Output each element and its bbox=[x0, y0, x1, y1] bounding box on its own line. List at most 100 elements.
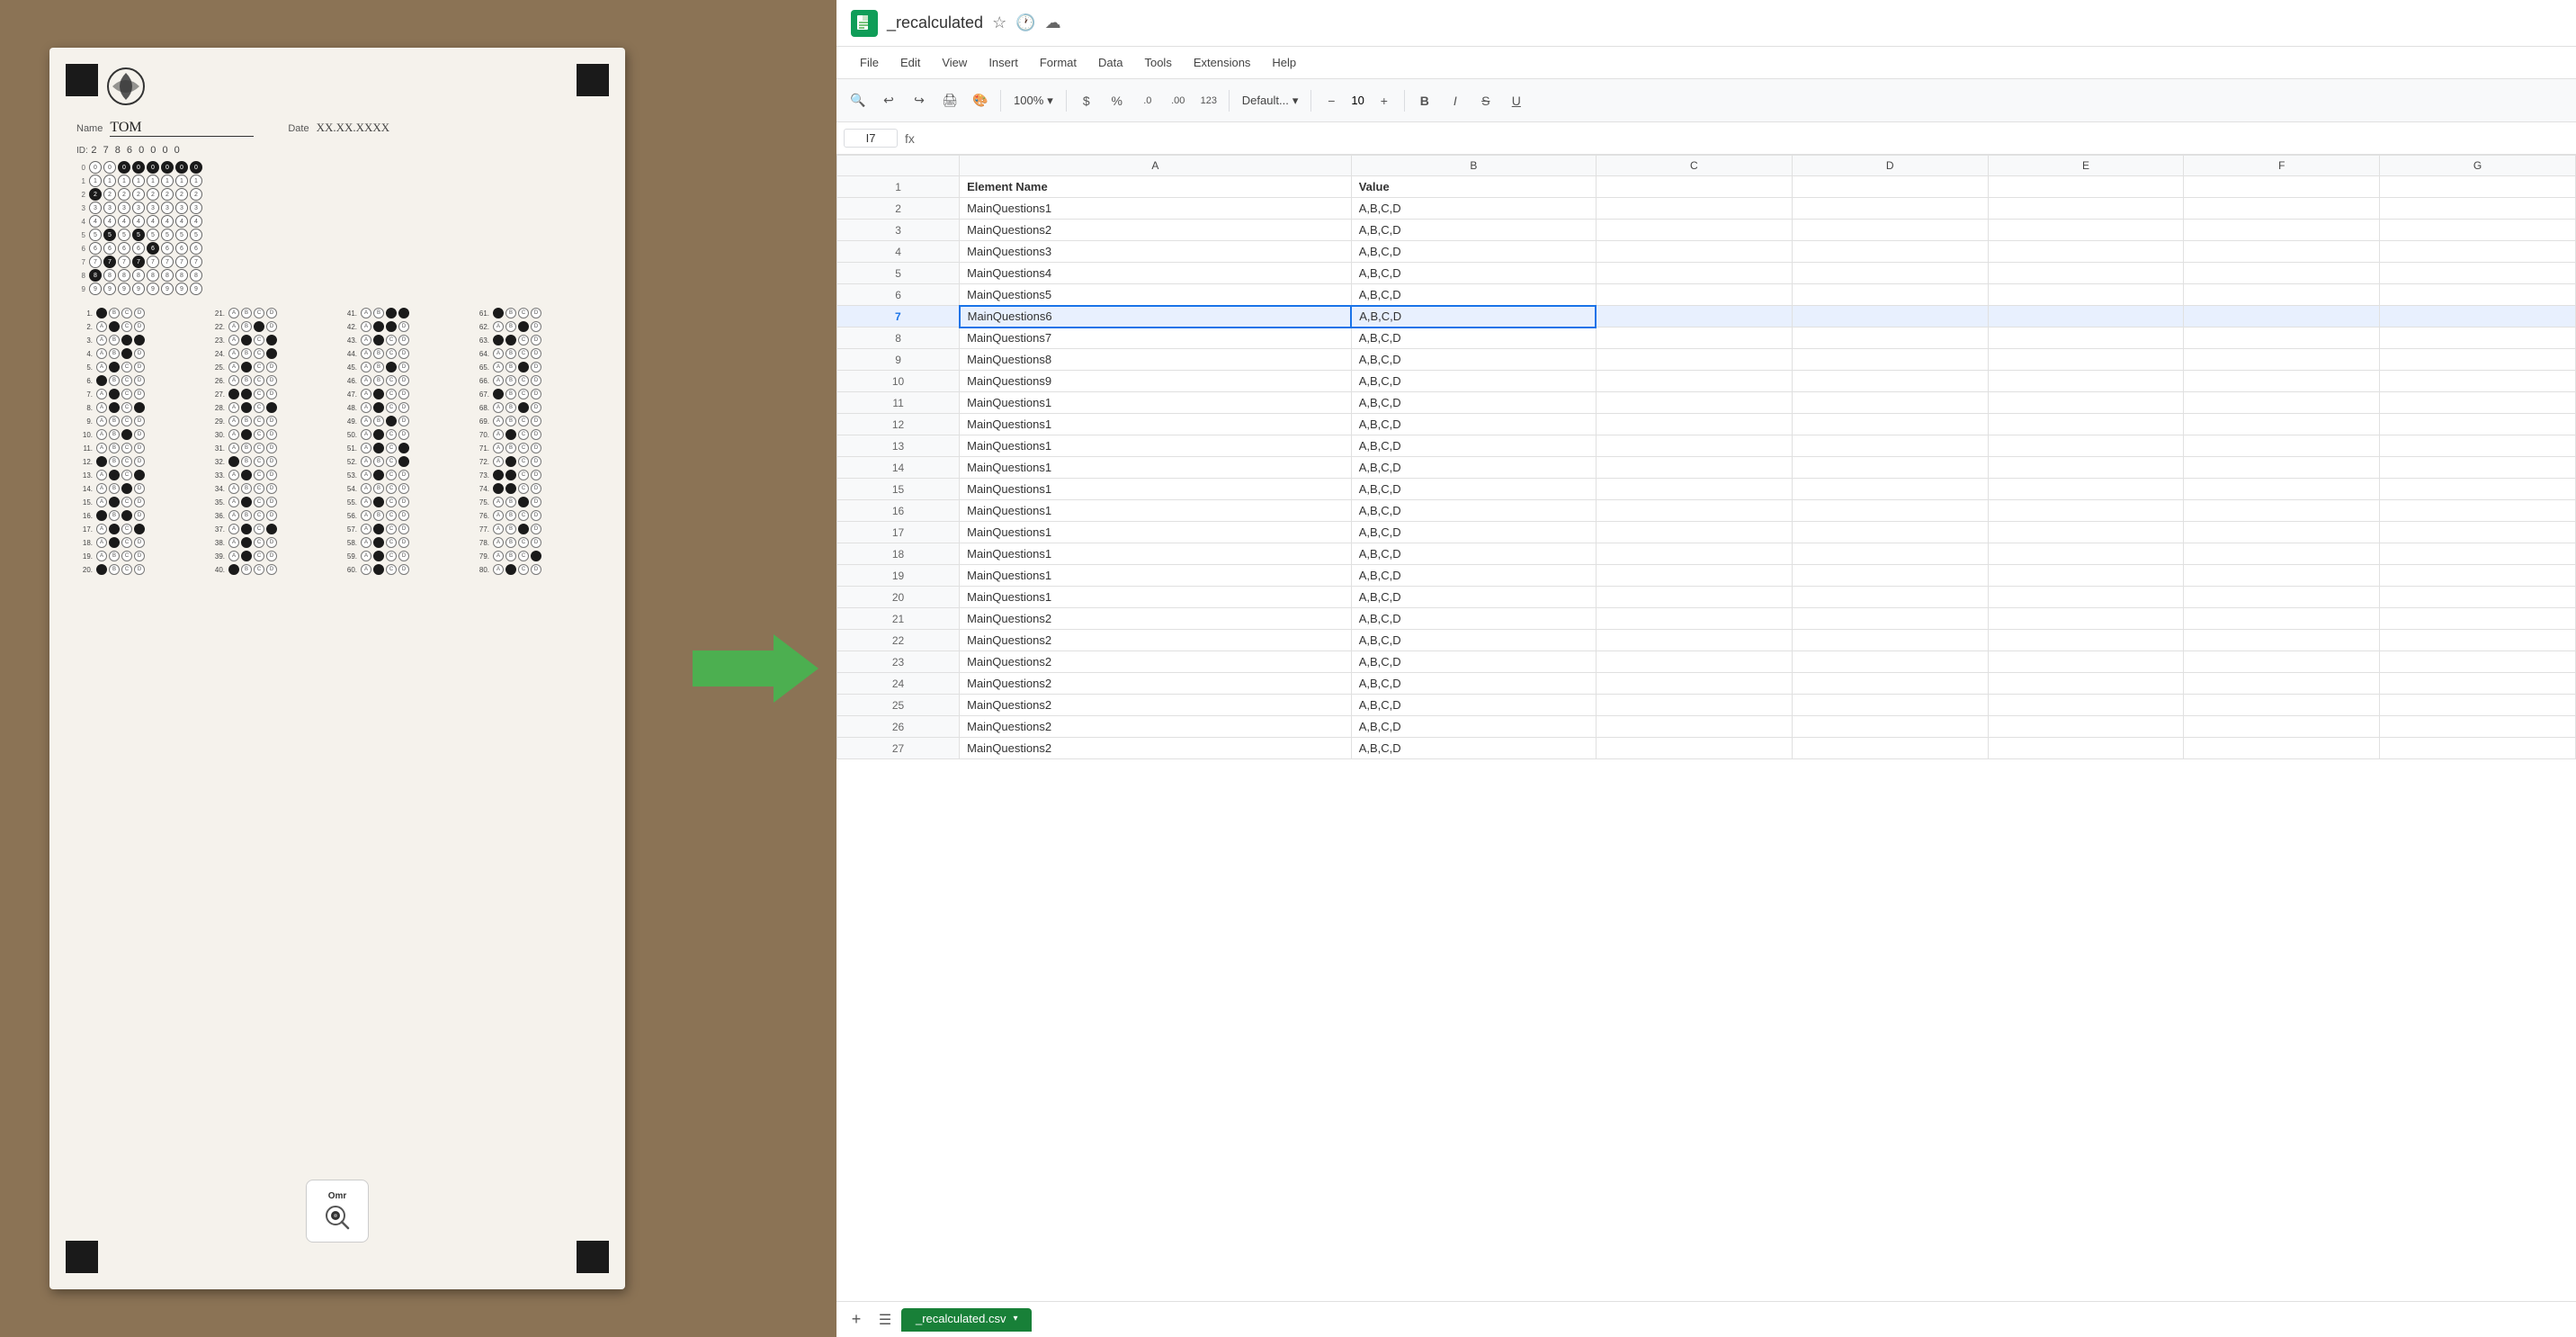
toolbar-paintformat-btn[interactable]: 🎨 bbox=[966, 86, 995, 115]
cell-c[interactable] bbox=[1596, 241, 1792, 263]
toolbar-strikethrough-btn[interactable]: S bbox=[1471, 86, 1500, 115]
cell-e[interactable] bbox=[1988, 435, 2184, 457]
cloud-icon[interactable]: ☁ bbox=[1045, 13, 1061, 32]
cell-b[interactable]: A,B,C,D bbox=[1351, 241, 1596, 263]
cell-e[interactable] bbox=[1988, 306, 2184, 328]
cell-a[interactable]: MainQuestions2 bbox=[960, 651, 1352, 673]
cell-b[interactable]: A,B,C,D bbox=[1351, 328, 1596, 349]
cell-b[interactable]: A,B,C,D bbox=[1351, 371, 1596, 392]
toolbar-font[interactable]: Default... ▾ bbox=[1235, 90, 1306, 112]
cell-e[interactable] bbox=[1988, 543, 2184, 565]
cell-g[interactable] bbox=[2380, 220, 2576, 241]
cell-e[interactable] bbox=[1988, 284, 2184, 306]
cell-c[interactable] bbox=[1596, 349, 1792, 371]
cell-g[interactable] bbox=[2380, 673, 2576, 695]
toolbar-print-btn[interactable]: 🖨 bbox=[935, 86, 964, 115]
cell-e[interactable] bbox=[1988, 198, 2184, 220]
cell-d[interactable] bbox=[1792, 651, 1988, 673]
cell-a[interactable]: MainQuestions1 bbox=[960, 587, 1352, 608]
cell-f[interactable] bbox=[2184, 176, 2380, 198]
cell-b[interactable]: A,B,C,D bbox=[1351, 306, 1596, 328]
cell-g[interactable] bbox=[2380, 608, 2576, 630]
cell-f[interactable] bbox=[2184, 306, 2380, 328]
cell-e[interactable] bbox=[1988, 349, 2184, 371]
cell-e[interactable] bbox=[1988, 651, 2184, 673]
cell-c[interactable] bbox=[1596, 414, 1792, 435]
cell-c[interactable] bbox=[1596, 608, 1792, 630]
cell-b[interactable]: A,B,C,D bbox=[1351, 457, 1596, 479]
cell-d[interactable] bbox=[1792, 522, 1988, 543]
cell-b[interactable]: A,B,C,D bbox=[1351, 392, 1596, 414]
cell-e[interactable] bbox=[1988, 587, 2184, 608]
cell-d[interactable] bbox=[1792, 328, 1988, 349]
cell-d[interactable] bbox=[1792, 306, 1988, 328]
cell-c[interactable] bbox=[1596, 673, 1792, 695]
cell-g[interactable] bbox=[2380, 565, 2576, 587]
cell-a[interactable]: MainQuestions1 bbox=[960, 457, 1352, 479]
cell-a[interactable]: MainQuestions8 bbox=[960, 349, 1352, 371]
cell-d[interactable] bbox=[1792, 543, 1988, 565]
cell-b[interactable]: A,B,C,D bbox=[1351, 198, 1596, 220]
cell-f[interactable] bbox=[2184, 371, 2380, 392]
cell-d[interactable] bbox=[1792, 565, 1988, 587]
menu-edit[interactable]: Edit bbox=[891, 52, 929, 73]
cell-a[interactable]: MainQuestions1 bbox=[960, 543, 1352, 565]
cell-e[interactable] bbox=[1988, 457, 2184, 479]
cell-g[interactable] bbox=[2380, 500, 2576, 522]
cell-c[interactable] bbox=[1596, 457, 1792, 479]
cell-c[interactable] bbox=[1596, 695, 1792, 716]
spreadsheet-scroll[interactable]: A B C D E F G 1Element NameValue2MainQue… bbox=[836, 155, 2576, 1301]
cell-d[interactable] bbox=[1792, 695, 1988, 716]
toolbar-redo-btn[interactable]: ↪ bbox=[905, 86, 934, 115]
cell-c[interactable] bbox=[1596, 371, 1792, 392]
cell-g[interactable] bbox=[2380, 349, 2576, 371]
cell-f[interactable] bbox=[2184, 435, 2380, 457]
cell-f[interactable] bbox=[2184, 414, 2380, 435]
cell-e[interactable] bbox=[1988, 414, 2184, 435]
cell-f[interactable] bbox=[2184, 500, 2380, 522]
cell-c[interactable] bbox=[1596, 587, 1792, 608]
cell-b[interactable]: A,B,C,D bbox=[1351, 479, 1596, 500]
menu-format[interactable]: Format bbox=[1031, 52, 1086, 73]
cell-d[interactable] bbox=[1792, 608, 1988, 630]
cell-a[interactable]: MainQuestions1 bbox=[960, 500, 1352, 522]
omr-app-icon[interactable]: Omr bbox=[306, 1180, 369, 1243]
cell-f[interactable] bbox=[2184, 543, 2380, 565]
cell-f[interactable] bbox=[2184, 328, 2380, 349]
toolbar-format-num-btn[interactable]: 123 bbox=[1194, 86, 1223, 115]
cell-a[interactable]: MainQuestions1 bbox=[960, 414, 1352, 435]
cell-b[interactable]: A,B,C,D bbox=[1351, 565, 1596, 587]
cell-a[interactable]: MainQuestions2 bbox=[960, 673, 1352, 695]
cell-f[interactable] bbox=[2184, 220, 2380, 241]
cell-a[interactable]: MainQuestions1 bbox=[960, 392, 1352, 414]
cell-f[interactable] bbox=[2184, 695, 2380, 716]
menu-view[interactable]: View bbox=[933, 52, 976, 73]
cell-c[interactable] bbox=[1596, 565, 1792, 587]
cell-e[interactable] bbox=[1988, 695, 2184, 716]
cell-b[interactable]: A,B,C,D bbox=[1351, 522, 1596, 543]
cell-e[interactable] bbox=[1988, 176, 2184, 198]
menu-tools[interactable]: Tools bbox=[1135, 52, 1180, 73]
cell-e[interactable] bbox=[1988, 479, 2184, 500]
toolbar-undo-btn[interactable]: ↩ bbox=[874, 86, 903, 115]
cell-g[interactable] bbox=[2380, 587, 2576, 608]
toolbar-zoom[interactable]: 100% ▾ bbox=[1006, 90, 1060, 112]
sheet-tab-recalculated[interactable]: _recalculated.csv ▾ bbox=[901, 1308, 1032, 1332]
cell-g[interactable] bbox=[2380, 328, 2576, 349]
cell-f[interactable] bbox=[2184, 241, 2380, 263]
cell-f[interactable] bbox=[2184, 565, 2380, 587]
cell-c[interactable] bbox=[1596, 392, 1792, 414]
cell-c[interactable] bbox=[1596, 220, 1792, 241]
cell-a[interactable]: MainQuestions2 bbox=[960, 220, 1352, 241]
menu-help[interactable]: Help bbox=[1263, 52, 1305, 73]
cell-b[interactable]: A,B,C,D bbox=[1351, 349, 1596, 371]
add-sheet-btn[interactable]: + bbox=[844, 1307, 869, 1333]
cell-d[interactable] bbox=[1792, 241, 1988, 263]
cell-e[interactable] bbox=[1988, 608, 2184, 630]
cell-e[interactable] bbox=[1988, 522, 2184, 543]
cell-f[interactable] bbox=[2184, 284, 2380, 306]
cell-g[interactable] bbox=[2380, 738, 2576, 759]
cell-c[interactable] bbox=[1596, 522, 1792, 543]
cell-e[interactable] bbox=[1988, 630, 2184, 651]
cell-d[interactable] bbox=[1792, 630, 1988, 651]
